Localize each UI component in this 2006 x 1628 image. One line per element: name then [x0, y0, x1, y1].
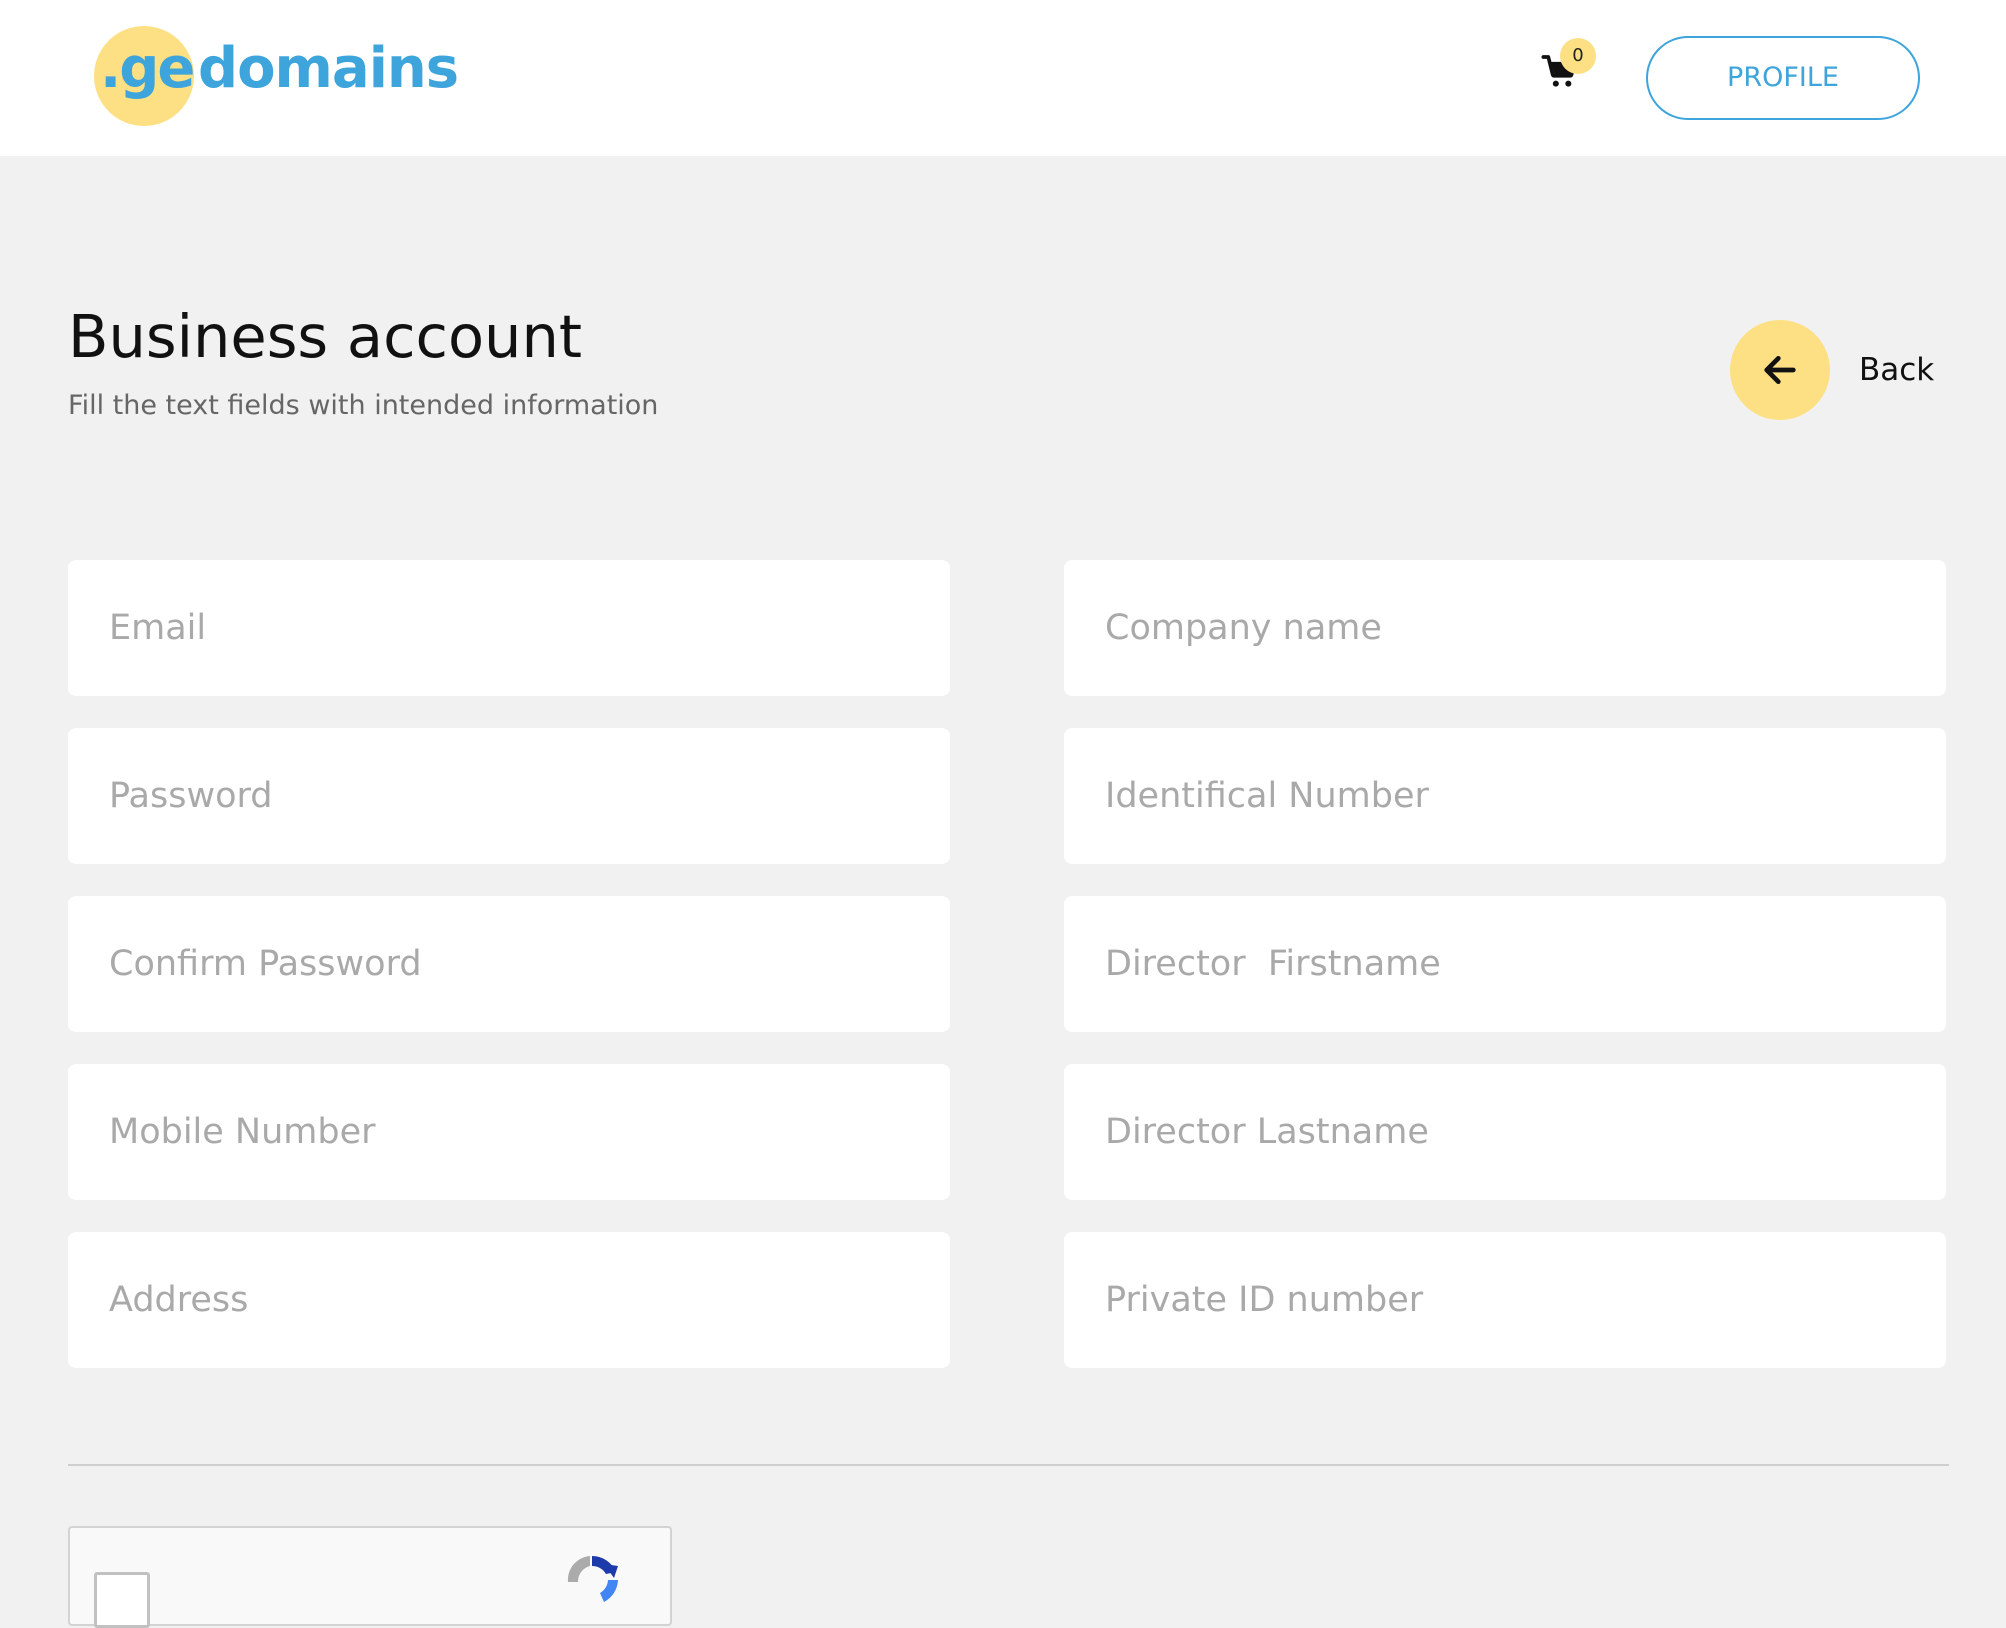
- site-logo[interactable]: .ge domains: [94, 24, 459, 128]
- email-input[interactable]: [68, 560, 950, 696]
- email-field[interactable]: [68, 560, 950, 696]
- logo-prefix: .ge: [100, 36, 195, 101]
- page-title: Business account: [68, 302, 582, 371]
- confirm-password-input[interactable]: [68, 896, 950, 1032]
- recaptcha-icon: [560, 1550, 624, 1618]
- identification-number-input[interactable]: [1064, 728, 1946, 864]
- recaptcha-widget: [68, 1526, 672, 1628]
- address-input[interactable]: [68, 1232, 950, 1368]
- mobile-number-input[interactable]: [68, 1064, 950, 1200]
- back-label[interactable]: Back: [1859, 352, 1934, 388]
- identification-number-field[interactable]: [1064, 728, 1946, 864]
- logo-name: domains: [198, 36, 459, 101]
- mobile-number-field[interactable]: [68, 1064, 950, 1200]
- cart-count-badge: 0: [1560, 38, 1596, 74]
- private-id-number-field[interactable]: [1064, 1232, 1946, 1368]
- password-field[interactable]: [68, 728, 950, 864]
- company-name-input[interactable]: [1064, 560, 1946, 696]
- director-firstname-input[interactable]: [1064, 896, 1946, 1032]
- profile-button[interactable]: PROFILE: [1646, 36, 1920, 120]
- company-name-field[interactable]: [1064, 560, 1946, 696]
- form-divider: [68, 1464, 1949, 1466]
- confirm-password-field[interactable]: [68, 896, 950, 1032]
- director-lastname-input[interactable]: [1064, 1064, 1946, 1200]
- arrow-left-icon: [1764, 356, 1796, 384]
- address-field[interactable]: [68, 1232, 950, 1368]
- director-lastname-field[interactable]: [1064, 1064, 1946, 1200]
- site-header: .ge domains 0 PROFILE: [0, 0, 2006, 156]
- recaptcha-checkbox[interactable]: [94, 1572, 150, 1628]
- director-firstname-field[interactable]: [1064, 896, 1946, 1032]
- page-subtitle: Fill the text fields with intended infor…: [68, 390, 659, 421]
- private-id-number-input[interactable]: [1064, 1232, 1946, 1368]
- back-button[interactable]: [1730, 320, 1830, 420]
- password-input[interactable]: [68, 728, 950, 864]
